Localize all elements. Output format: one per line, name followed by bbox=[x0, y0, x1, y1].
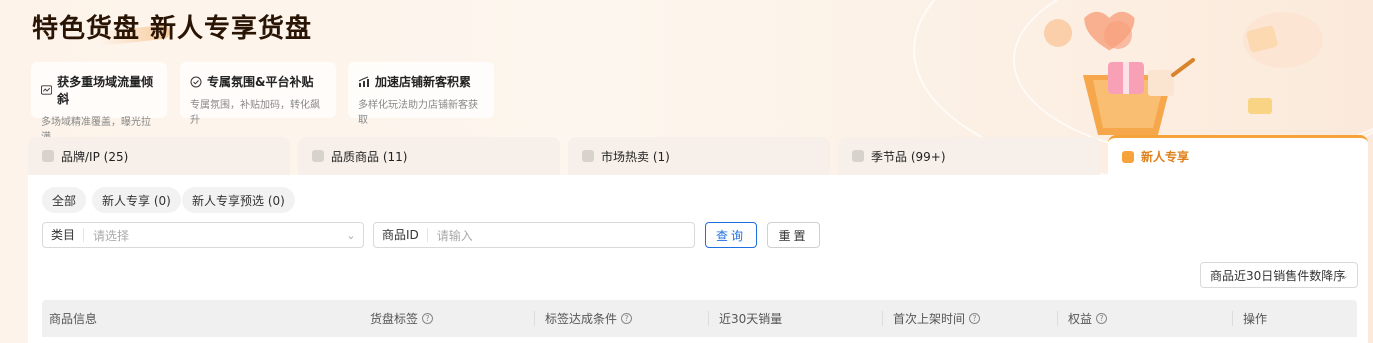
main-panel: 全部 新人专享 (0) 新人专享预选 (0) 类目 请选择 ⌄ 商品ID 请输入… bbox=[28, 175, 1368, 343]
table-header: 商品信息 货盘标签 ? 标签达成条件 ? 近30天销量 首次上架时间 ? 权益 … bbox=[42, 300, 1357, 337]
column-header: 近30天销量 bbox=[719, 312, 783, 326]
category-tabs: 品牌/IP (25) 品质商品 (11) 市场热卖 (1) 季节品 (99+) … bbox=[28, 135, 1368, 175]
column-header: 货盘标签 ? bbox=[370, 300, 434, 337]
gift-icon bbox=[1122, 150, 1134, 163]
tab-label: 新人专享 bbox=[1141, 150, 1190, 164]
help-icon[interactable]: ? bbox=[1096, 313, 1108, 324]
benefit-card-new-customers: 加速店铺新客积累 多样化玩法助力店铺新客获取 bbox=[348, 62, 494, 126]
help-icon[interactable]: ? bbox=[621, 313, 633, 324]
benefit-title: 专属氛围&平台补贴 bbox=[207, 75, 314, 89]
column-header: 商品信息 bbox=[49, 312, 98, 326]
benefit-title: 加速店铺新客积累 bbox=[375, 75, 472, 89]
fire-icon bbox=[582, 150, 594, 162]
benefit-title: 获多重场域流量倾斜 bbox=[57, 75, 154, 106]
help-icon[interactable]: ? bbox=[422, 313, 434, 324]
category-placeholder: 请选择 bbox=[93, 228, 130, 243]
reset-button[interactable]: 重置 bbox=[767, 222, 820, 248]
tab-new-user-exclusive[interactable]: 新人专享 bbox=[1108, 135, 1368, 175]
chevron-down-icon: ⌄ bbox=[1339, 268, 1349, 282]
product-id-input[interactable]: 商品ID 请输入 bbox=[373, 222, 695, 248]
product-id-label: 商品ID bbox=[374, 228, 428, 242]
category-select[interactable]: 类目 请选择 ⌄ bbox=[42, 222, 364, 248]
product-id-placeholder: 请输入 bbox=[436, 228, 473, 243]
tab-quality-products[interactable]: 品质商品 (11) bbox=[298, 137, 560, 175]
bar-growth-icon bbox=[358, 76, 369, 87]
tab-label: 季节品 (99+) bbox=[871, 149, 946, 164]
column-header: 标签达成条件 ? bbox=[545, 300, 633, 337]
filter-chip-new-user-preselect[interactable]: 新人专享预选 (0) bbox=[182, 187, 295, 213]
sort-label: 商品近30日销售件数降序 bbox=[1210, 268, 1346, 283]
query-button[interactable]: 查询 bbox=[705, 222, 757, 248]
sort-select[interactable]: 商品近30日销售件数降序 ⌄ bbox=[1200, 262, 1358, 288]
tab-label: 品质商品 (11) bbox=[331, 149, 408, 164]
chart-window-icon bbox=[41, 85, 53, 95]
column-header: 首次上架时间 ? bbox=[893, 300, 981, 337]
brand-icon bbox=[42, 150, 54, 162]
tab-label: 品牌/IP (25) bbox=[61, 149, 129, 164]
page-title: 特色货盘 新人专享货盘 bbox=[32, 14, 313, 44]
tab-brand-ip[interactable]: 品牌/IP (25) bbox=[28, 137, 290, 175]
help-icon[interactable]: ? bbox=[969, 313, 981, 324]
tab-seasonal[interactable]: 季节品 (99+) bbox=[838, 137, 1100, 175]
category-label: 类目 bbox=[43, 228, 85, 242]
diamond-icon bbox=[312, 150, 324, 162]
filter-chip-new-user[interactable]: 新人专享 (0) bbox=[92, 187, 181, 213]
season-icon bbox=[852, 150, 864, 162]
chevron-down-icon: ⌄ bbox=[346, 228, 356, 242]
column-header: 操作 bbox=[1243, 312, 1268, 326]
filter-chip-all[interactable]: 全部 bbox=[42, 187, 87, 213]
tab-market-hot[interactable]: 市场热卖 (1) bbox=[568, 137, 830, 175]
check-circle-icon bbox=[190, 76, 202, 87]
tab-label: 市场热卖 (1) bbox=[601, 149, 670, 164]
benefit-card-subsidy: 专属氛围&平台补贴 专属氛围，补贴加码，转化飙升 bbox=[180, 62, 336, 126]
benefit-card-traffic: 获多重场域流量倾斜 多场域精准覆盖，曝光拉满 bbox=[31, 62, 167, 143]
benefit-subtitle: 专属氛围，补贴加码，转化飙升 bbox=[190, 100, 320, 126]
column-header: 权益 ? bbox=[1068, 300, 1108, 337]
benefit-subtitle: 多样化玩法助力店铺新客获取 bbox=[358, 100, 478, 126]
